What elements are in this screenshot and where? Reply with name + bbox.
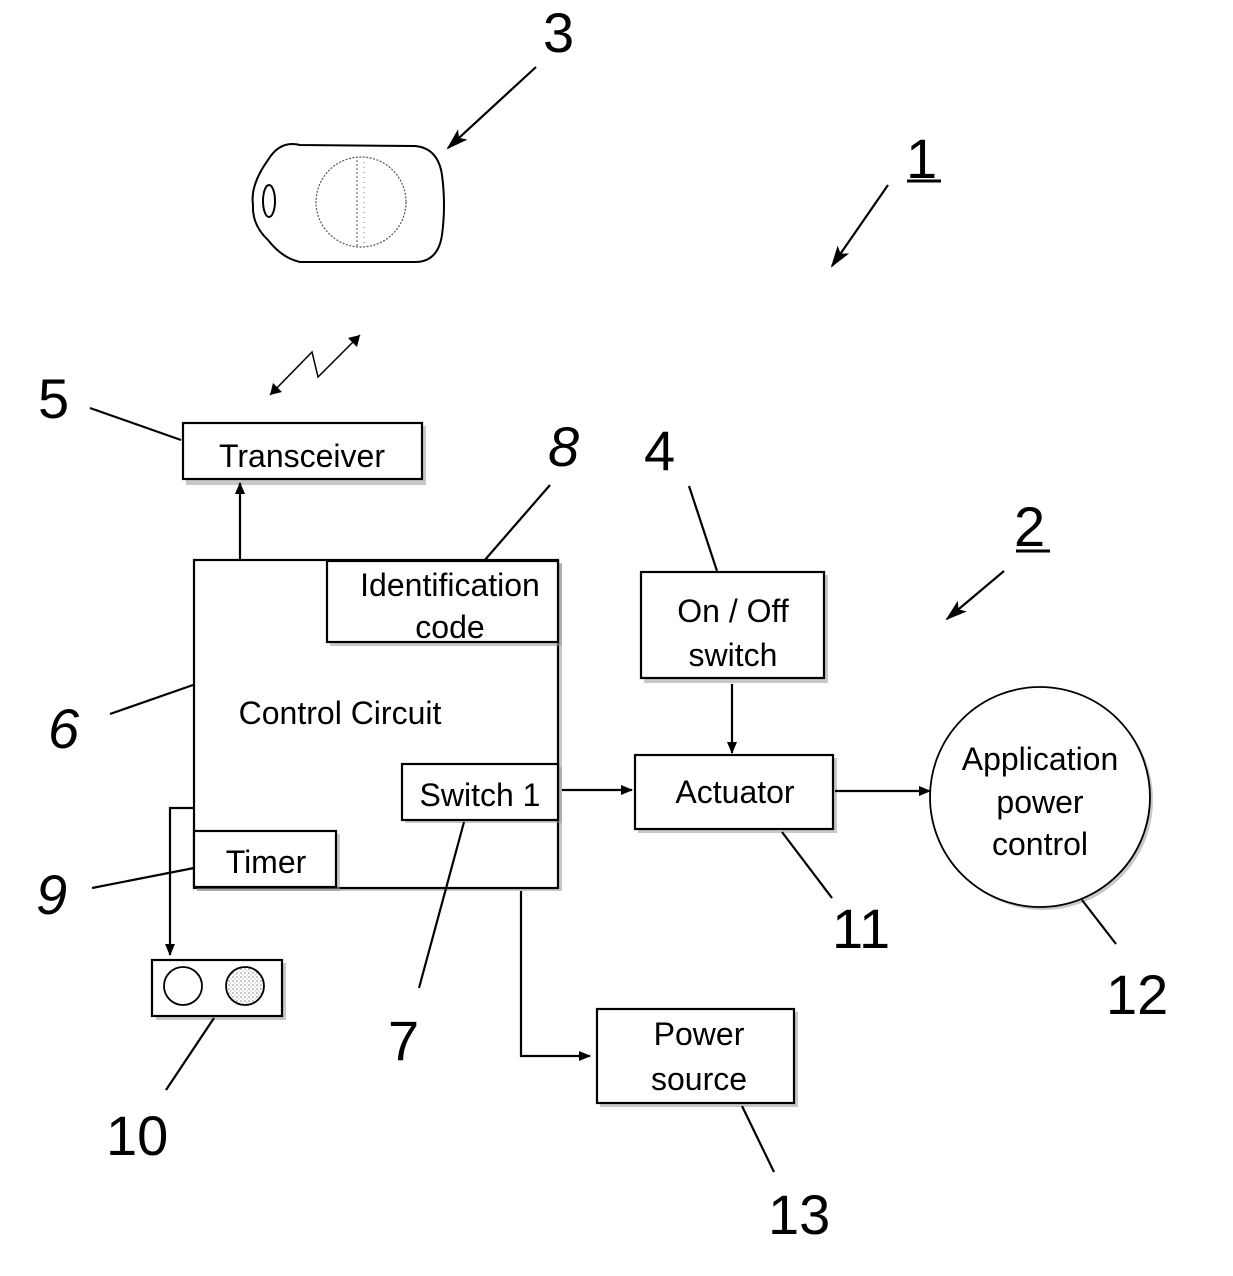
application-power-control-line2: power [996, 784, 1084, 820]
actuator-block: Actuator 11 [633, 753, 890, 960]
switch1-ref-number: 7 [388, 1009, 419, 1072]
switch1-block: Switch 1 7 [388, 762, 562, 1072]
on-off-switch-line2: switch [689, 637, 778, 673]
key-fob-icon [251, 143, 445, 263]
power-source-line2: source [651, 1061, 747, 1097]
transceiver-label: Transceiver [219, 438, 385, 474]
key-fob-ref-number: 3 [543, 1, 574, 64]
indicator-light-off [163, 966, 203, 1006]
on-off-switch-block: On / Off switch 4 [639, 419, 828, 683]
application-power-control-line1: Application [962, 741, 1119, 777]
control-circuit-leader [109, 683, 194, 716]
application-power-control-ref-number: 12 [1106, 963, 1168, 1026]
device-reference: 2 [945, 495, 1050, 621]
indicator-lights-block: 10 [106, 958, 286, 1167]
on-off-switch-ref-number: 4 [644, 419, 675, 482]
device-ref-number: 2 [1014, 495, 1045, 558]
wireless-link-icon [269, 334, 361, 396]
timer-label: Timer [226, 844, 307, 880]
patent-block-diagram: 1 3 Transceiver 5 Control Circuit 6 Iden… [36, 1, 1168, 1246]
timer-ref-number: 9 [36, 863, 67, 926]
application-power-control-line3: control [992, 826, 1088, 862]
timer-leader [91, 866, 195, 890]
arrow-control-to-power-source [519, 891, 591, 1061]
device-arrow [945, 570, 1005, 621]
power-source-line1: Power [654, 1016, 745, 1052]
identification-code-leader [483, 484, 551, 562]
transceiver-leader [89, 406, 182, 442]
application-power-control-block: Application power control 12 [929, 686, 1168, 1026]
wireless-zigzag [269, 334, 361, 396]
indicator-light-on [225, 966, 265, 1006]
power-source-block: Power source 13 [595, 1007, 830, 1246]
transceiver-ref-number: 5 [38, 367, 69, 430]
system-arrow [830, 184, 889, 268]
actuator-label: Actuator [675, 774, 795, 810]
identification-code-line2: code [415, 609, 484, 645]
actuator-leader [781, 831, 833, 899]
arrow-timer-to-indicator [165, 806, 194, 956]
transceiver-block: Transceiver 5 [38, 367, 426, 485]
control-circuit-ref-number: 6 [48, 697, 80, 760]
indicator-lights-leader [165, 1017, 215, 1091]
key-fob-arrow [446, 66, 537, 150]
key-fob: 3 [251, 1, 574, 263]
actuator-ref-number: 11 [832, 897, 890, 960]
control-circuit-label: Control Circuit [239, 695, 442, 731]
power-source-ref-number: 13 [768, 1183, 830, 1246]
application-power-control-leader [1081, 899, 1117, 945]
on-off-switch-line1: On / Off [677, 593, 789, 629]
system-reference: 1 [830, 127, 941, 268]
identification-code-ref-number: 8 [548, 415, 579, 478]
on-off-switch-leader [687, 485, 719, 572]
timer-block: Timer 9 [36, 829, 340, 926]
indicator-lights-ref-number: 10 [106, 1104, 168, 1167]
switch1-label: Switch 1 [420, 777, 541, 813]
identification-code-line1: Identification [360, 567, 540, 603]
power-source-leader [741, 1105, 775, 1173]
